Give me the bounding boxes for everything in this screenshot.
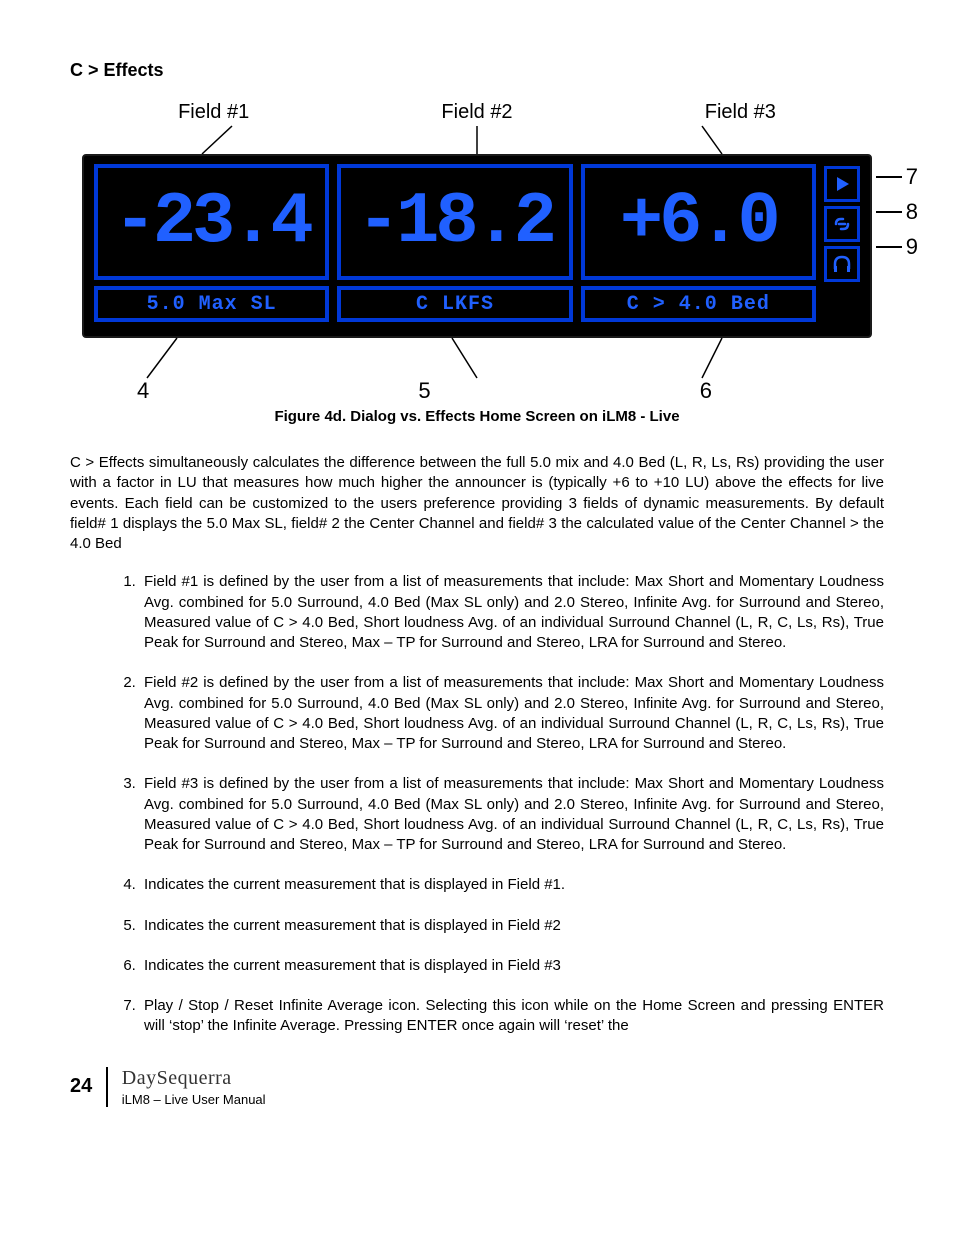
- callout-5: 5: [329, 378, 521, 404]
- link-icon: [824, 206, 860, 242]
- list-item: Play / Stop / Reset Infinite Average ico…: [140, 996, 884, 1037]
- field1-value: -23.4: [94, 164, 329, 280]
- field3-label: C > 4.0 Bed: [581, 286, 816, 322]
- page-footer: 24 DaySequerra iLM8 – Live User Manual: [70, 1067, 884, 1107]
- callout-field3: Field #3: [609, 101, 872, 124]
- callout-field2: Field #2: [345, 101, 608, 124]
- bottom-connector-lines: [82, 338, 872, 378]
- figure-4d: Field #1 Field #2 Field #3 -23.4 5.0 Max…: [82, 101, 872, 425]
- callout-9: 9: [906, 234, 918, 260]
- list-item: Indicates the current measurement that i…: [140, 875, 884, 895]
- headphone-icon: [824, 246, 860, 282]
- play-icon: [824, 166, 860, 202]
- field3-value: +6.0: [581, 164, 816, 280]
- list-item: Indicates the current measurement that i…: [140, 956, 884, 976]
- intro-paragraph: C > Effects simultaneously calculates th…: [70, 453, 884, 554]
- section-heading: C > Effects: [70, 60, 884, 81]
- side-icons: [824, 164, 860, 322]
- list-item: Indicates the current measurement that i…: [140, 916, 884, 936]
- list-item: Field #2 is defined by the user from a l…: [140, 673, 884, 754]
- field1-label: 5.0 Max SL: [94, 286, 329, 322]
- right-callout-numbers: 7 8 9: [876, 164, 918, 260]
- device-screen: -23.4 5.0 Max SL -18.2 C LKFS +6.0 C > 4…: [82, 154, 872, 338]
- callout-field1: Field #1: [82, 101, 345, 124]
- field2-label: C LKFS: [337, 286, 572, 322]
- field2-column: -18.2 C LKFS: [337, 164, 572, 322]
- callout-7: 7: [906, 164, 918, 190]
- list-item: Field #1 is defined by the user from a l…: [140, 572, 884, 653]
- callout-4: 4: [82, 378, 329, 404]
- top-callout-labels: Field #1 Field #2 Field #3: [82, 101, 872, 124]
- field2-value: -18.2: [337, 164, 572, 280]
- page-number: 24: [70, 1075, 92, 1098]
- callout-6: 6: [520, 378, 872, 404]
- field3-column: +6.0 C > 4.0 Bed: [581, 164, 816, 322]
- figure-caption: Figure 4d. Dialog vs. Effects Home Scree…: [82, 408, 872, 425]
- field1-column: -23.4 5.0 Max SL: [94, 164, 329, 322]
- manual-title: iLM8 – Live User Manual: [122, 1092, 266, 1107]
- footer-divider: [106, 1067, 108, 1107]
- numbered-list: Field #1 is defined by the user from a l…: [70, 572, 884, 1036]
- callout-8: 8: [906, 199, 918, 225]
- list-item: Field #3 is defined by the user from a l…: [140, 774, 884, 855]
- brand-name: DaySequerra: [122, 1067, 266, 1090]
- top-connector-lines: [82, 126, 872, 154]
- bottom-callout-numbers: 4 5 6: [82, 378, 872, 404]
